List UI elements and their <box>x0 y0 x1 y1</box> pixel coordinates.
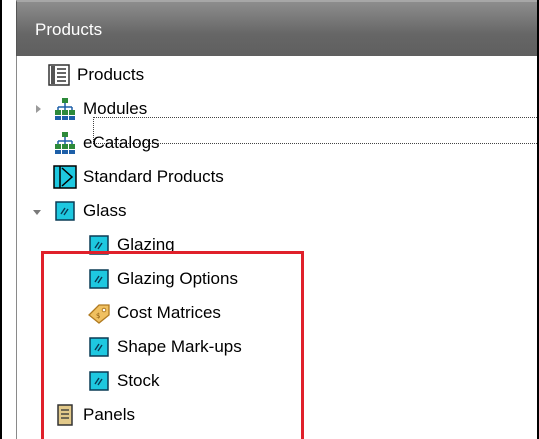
tree-item-label: Cost Matrices <box>117 302 221 322</box>
glass-icon <box>89 234 109 255</box>
panel-title: Products <box>35 20 103 39</box>
glass-icon <box>89 268 109 289</box>
book-icon <box>48 63 70 86</box>
price-tag-icon: $ <box>88 303 110 324</box>
selection-focus-rect <box>93 117 537 144</box>
panel-icon <box>57 403 73 426</box>
tree-item-label: Panels <box>83 404 135 424</box>
tree-item-standard-products[interactable]: Standard Products <box>53 160 224 193</box>
tree-item-glazing-options[interactable]: Glazing Options <box>87 262 238 295</box>
tree-item-label: Glazing <box>117 234 175 254</box>
tree-item-glass[interactable]: Glass <box>53 194 126 227</box>
glass-icon <box>55 200 75 221</box>
tree-item-label: eCatalogs <box>83 132 160 152</box>
products-window: Products Products Modules eCatalogs Stan… <box>0 0 539 439</box>
hierarchy-icon <box>55 97 75 120</box>
glass-icon <box>89 370 109 391</box>
tree-item-products[interactable]: Products <box>47 58 144 91</box>
tree-item-stock[interactable]: Stock <box>87 364 160 397</box>
standard-product-icon <box>53 164 77 189</box>
tree-item-modules[interactable]: Modules <box>53 92 147 125</box>
panel-header: Products <box>16 0 537 56</box>
tree-item-label: Products <box>77 64 145 84</box>
collapse-arrow-icon[interactable] <box>32 207 42 217</box>
tree-item-label: Shape Mark-ups <box>117 336 242 356</box>
tree-item-ecatalogs[interactable]: eCatalogs <box>53 126 160 159</box>
tree-item-label: Modules <box>83 98 148 118</box>
svg-text:$: $ <box>96 312 100 320</box>
expand-arrow-icon[interactable] <box>34 104 44 114</box>
glass-icon <box>89 336 109 357</box>
tree-item-panels[interactable]: Panels <box>53 398 135 431</box>
tree-item-label: Standard Products <box>83 166 224 186</box>
hierarchy-icon <box>55 131 75 154</box>
tree-item-shape-markups[interactable]: Shape Mark-ups <box>87 330 242 363</box>
tree-item-cost-matrices[interactable]: $ Cost Matrices <box>87 296 221 329</box>
tree-item-label: Glazing Options <box>117 268 238 288</box>
tree-item-glazing[interactable]: Glazing <box>87 228 175 261</box>
tree-item-label: Stock <box>117 370 160 390</box>
tree-item-label: Glass <box>83 200 127 220</box>
product-tree: Products Modules eCatalogs Standard Prod… <box>16 56 537 439</box>
